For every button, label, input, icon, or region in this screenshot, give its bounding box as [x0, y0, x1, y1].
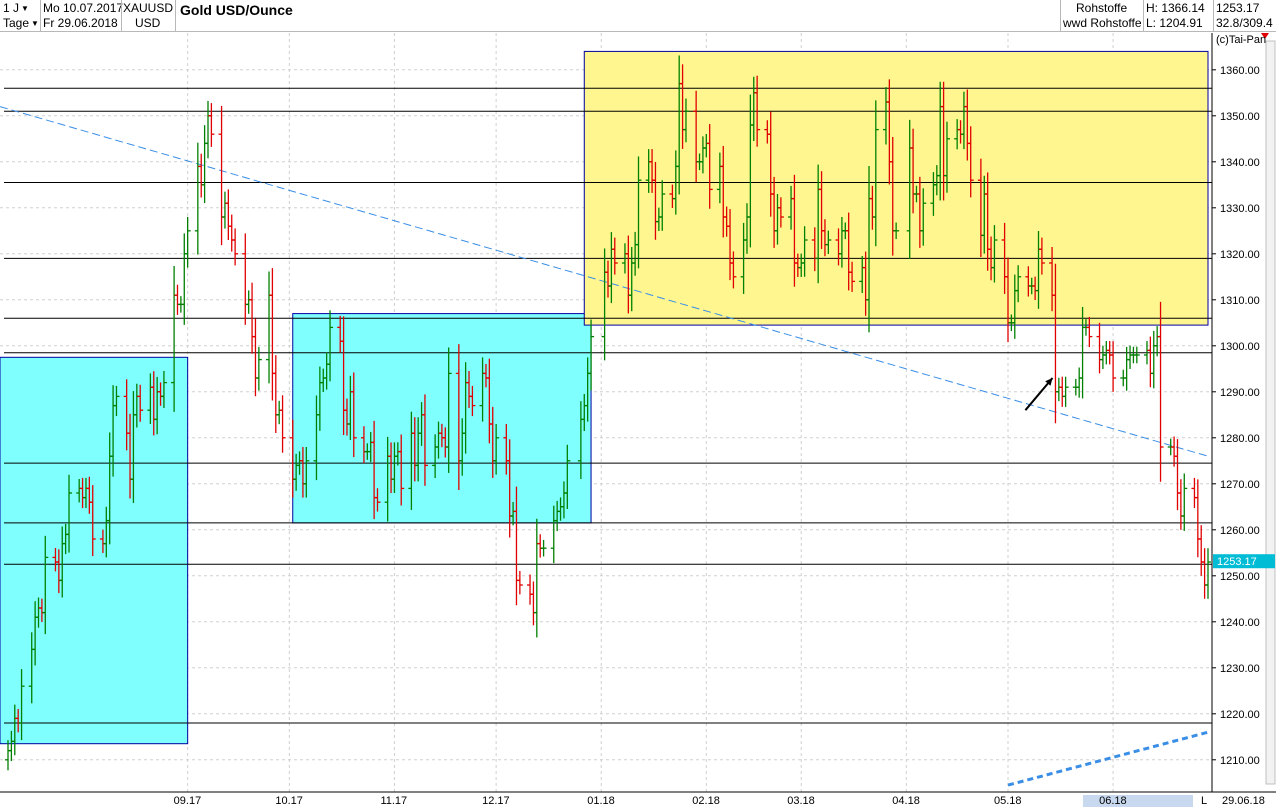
interval-selector[interactable]: Tage ▼ [3, 16, 39, 32]
x-tick-label: 09.17 [174, 795, 202, 807]
x-tick-label: 12.17 [482, 795, 510, 807]
low-value: L: 1204.91 [1146, 16, 1203, 30]
y-tick-label: 1350.00 [1220, 111, 1260, 123]
chevron-down-icon: ▼ [31, 19, 39, 28]
last-price-value: 1253.17 [1216, 1, 1260, 15]
date-to[interactable]: Fr 29.06.2018 [43, 16, 118, 31]
y-tick-label: 1270.00 [1220, 479, 1260, 491]
period-selector[interactable]: 1 J ▼ [3, 1, 29, 17]
cyan-zone-rectangle [0, 356, 189, 745]
group-label: Rohstoffe [1076, 1, 1128, 15]
currency-label: USD [135, 16, 161, 30]
y-tick-label: 1240.00 [1220, 617, 1260, 629]
chart-title: Gold USD/Ounce [180, 2, 293, 18]
y-tick-label: 1280.00 [1220, 433, 1260, 445]
y-tick-label: 1250.00 [1220, 571, 1260, 583]
y-tick-label: 1260.00 [1220, 525, 1260, 537]
symbol-label: XAUUSD [123, 1, 174, 15]
chart-header: 1 J ▼ Tage ▼ Mo 10.07.2017 Fr 29.06.2018 X… [0, 0, 1276, 32]
x-tick-label: 05.18 [994, 795, 1022, 807]
y-tick-label: 1360.00 [1220, 65, 1260, 77]
y-tick-label: 1310.00 [1220, 295, 1260, 307]
y-tick-label: 1300.00 [1220, 341, 1260, 353]
scale-mode-label: L [1201, 795, 1207, 807]
x-tick-label: 01.18 [587, 795, 615, 807]
y-tick-label: 1340.00 [1220, 157, 1260, 169]
y-tick-label: 1320.00 [1220, 249, 1260, 261]
cyan-zone-rectangle [292, 313, 592, 524]
y-tick-label: 1230.00 [1220, 663, 1260, 675]
y-tick-label: 1330.00 [1220, 203, 1260, 215]
x-tick-label: 02.18 [692, 795, 720, 807]
x-tick-label: 04.18 [892, 795, 920, 807]
yellow-zone-rectangle [583, 50, 1209, 326]
high-value: H: 1366.14 [1146, 1, 1205, 15]
y-tick-label: 1220.00 [1220, 709, 1260, 721]
group-source-label: wwd Rohstoffe [1063, 16, 1142, 30]
x-tick-label: 10.17 [275, 795, 303, 807]
end-date-label: 29.06.18 [1222, 795, 1265, 807]
last-price-tag-label: 1253.17 [1217, 556, 1257, 568]
x-tick-label: 11.17 [380, 795, 407, 807]
ohlc-chart: 1210.00 1220.00 1230.00 1240.00 1250.00 1260.… [0, 0, 1276, 809]
chevron-down-icon: ▼ [21, 4, 29, 13]
y-tick-label: 1290.00 [1220, 387, 1260, 399]
x-tick-label: 03.18 [787, 795, 815, 807]
x-tick-label: 06.18 [1099, 795, 1127, 807]
date-from[interactable]: Mo 10.07.2017 [43, 1, 123, 16]
range-value: 32.8/309.4 [1216, 16, 1273, 30]
copyright-label: (c)Tai-Pan [1216, 34, 1267, 46]
y-tick-label: 1210.00 [1220, 755, 1260, 767]
vertical-scrollbar [1265, 40, 1276, 785]
